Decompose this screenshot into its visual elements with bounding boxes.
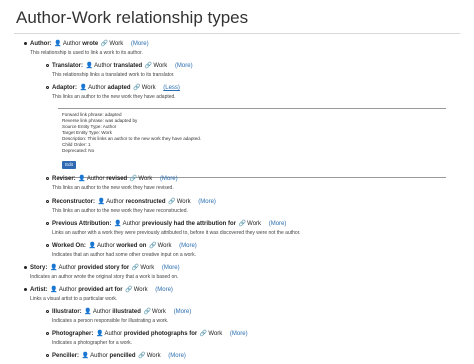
bullet-icon: [46, 221, 49, 225]
person-icon: 👤: [50, 287, 58, 293]
relationship-description: Indicates a photographer for a work.: [52, 340, 133, 346]
person-icon: 👤: [85, 63, 94, 69]
person-icon: 👤: [78, 176, 86, 182]
person-icon: 👤: [81, 353, 90, 359]
relationship-description: Indicates a person responsible for illus…: [52, 318, 169, 324]
bullet-icon: [46, 353, 49, 357]
bullet-icon: [46, 243, 49, 247]
bullet-icon: [46, 309, 49, 313]
relationship-reviser: Reviser: 👤Author revised 🔗Work (More): [46, 175, 178, 183]
more-toggle[interactable]: (More): [160, 176, 178, 182]
relationship-description: This relationship is used to link a work…: [30, 50, 143, 56]
work-link-icon: 🔗: [149, 243, 157, 249]
relationship-illustrator: Illustrator: 👤Author illustrated 🔗Work (…: [46, 308, 191, 316]
work-link-icon: 🔗: [125, 287, 133, 293]
work-link-icon: 🔗: [143, 309, 152, 315]
bullet-icon: [46, 63, 49, 67]
work-link-icon: 🔗: [144, 63, 153, 69]
title-divider: [14, 33, 460, 34]
work-link-icon: 🔗: [238, 221, 247, 227]
relationship-worked-on: Worked On: 👤Author worked on 🔗Work (More…: [46, 242, 197, 250]
work-link-icon: 🔗: [138, 353, 146, 359]
relationship-description: This links an author to the new work the…: [52, 185, 174, 191]
more-toggle[interactable]: (More): [179, 243, 197, 249]
work-link-icon: 🔗: [131, 265, 140, 271]
relationship-detail-panel: Forward link phrase: adapted Reverse lin…: [58, 108, 446, 178]
relationship-description: Indicates that an author had some other …: [52, 252, 196, 258]
relationship-adaptor: Adaptor: 👤Author adapted 🔗Work (Less): [46, 84, 180, 92]
person-icon: 👤: [114, 221, 122, 227]
relationship-author: Author: 👤Author wrote 🔗Work (More): [24, 40, 149, 48]
work-link-icon: 🔗: [129, 176, 138, 182]
relationship-penciller: Penciller: 👤Author pencilled 🔗Work (More…: [46, 352, 186, 360]
relationship-previous-attribution: Previous Attribution: 👤Author previously…: [46, 220, 286, 228]
bullet-icon: [24, 41, 27, 45]
person-icon: 👤: [50, 265, 58, 271]
bullet-icon: [46, 331, 49, 335]
edit-button[interactable]: Edit: [62, 161, 76, 169]
relationship-description: This links an author to the new work the…: [52, 94, 176, 100]
relationship-description: This links an author to the new work the…: [52, 208, 188, 214]
more-toggle[interactable]: (More): [198, 199, 216, 205]
bullet-icon: [46, 85, 49, 89]
bullet-icon: [24, 287, 27, 291]
relationship-photographer: Photographer: 👤Author provided photograp…: [46, 330, 248, 338]
person-icon: 👤: [96, 331, 104, 337]
work-link-icon: 🔗: [100, 41, 109, 47]
more-toggle[interactable]: (More): [269, 221, 287, 227]
more-toggle[interactable]: (More): [155, 287, 173, 293]
more-toggle[interactable]: (More): [174, 309, 192, 315]
person-icon: 👤: [88, 243, 97, 249]
person-icon: 👤: [79, 85, 88, 91]
bullet-icon: [46, 199, 49, 203]
relationship-description: Links an author with a work they were pr…: [52, 230, 301, 236]
relationship-description: This relationship links a translated wor…: [52, 72, 175, 78]
relationship-description: Links a visual artist to a particular wo…: [30, 296, 118, 302]
work-link-icon: 🔗: [199, 331, 208, 337]
more-toggle[interactable]: (More): [230, 331, 248, 337]
deprecated-flag: Deprecated: No: [62, 148, 95, 153]
work-link-icon: 🔗: [133, 85, 141, 91]
bullet-icon: [24, 265, 27, 269]
more-toggle[interactable]: (More): [175, 63, 193, 69]
relationship-description: Indicates an author wrote the original s…: [30, 274, 179, 280]
person-icon: 👤: [54, 41, 62, 47]
less-toggle[interactable]: (Less): [163, 85, 180, 91]
bullet-icon: [46, 176, 49, 180]
work-link-icon: 🔗: [168, 199, 176, 205]
relationship-artist: Artist: 👤Author provided art for 🔗Work (…: [24, 286, 173, 294]
relationship-story: Story: 👤Author provided story for 🔗Work …: [24, 264, 180, 272]
relationship-translator: Translator: 👤Author translated 🔗Work (Mo…: [46, 62, 193, 70]
relationship-name: Author:: [30, 41, 52, 47]
relationship-reconstructor: Reconstructor: 👤Author reconstructed 🔗Wo…: [46, 198, 216, 206]
more-toggle[interactable]: (More): [131, 41, 149, 47]
more-toggle[interactable]: (More): [168, 353, 186, 359]
person-icon: 👤: [97, 199, 106, 205]
person-icon: 👤: [84, 309, 92, 315]
page-title: Author-Work relationship types: [16, 8, 249, 27]
more-toggle[interactable]: (More): [162, 265, 180, 271]
